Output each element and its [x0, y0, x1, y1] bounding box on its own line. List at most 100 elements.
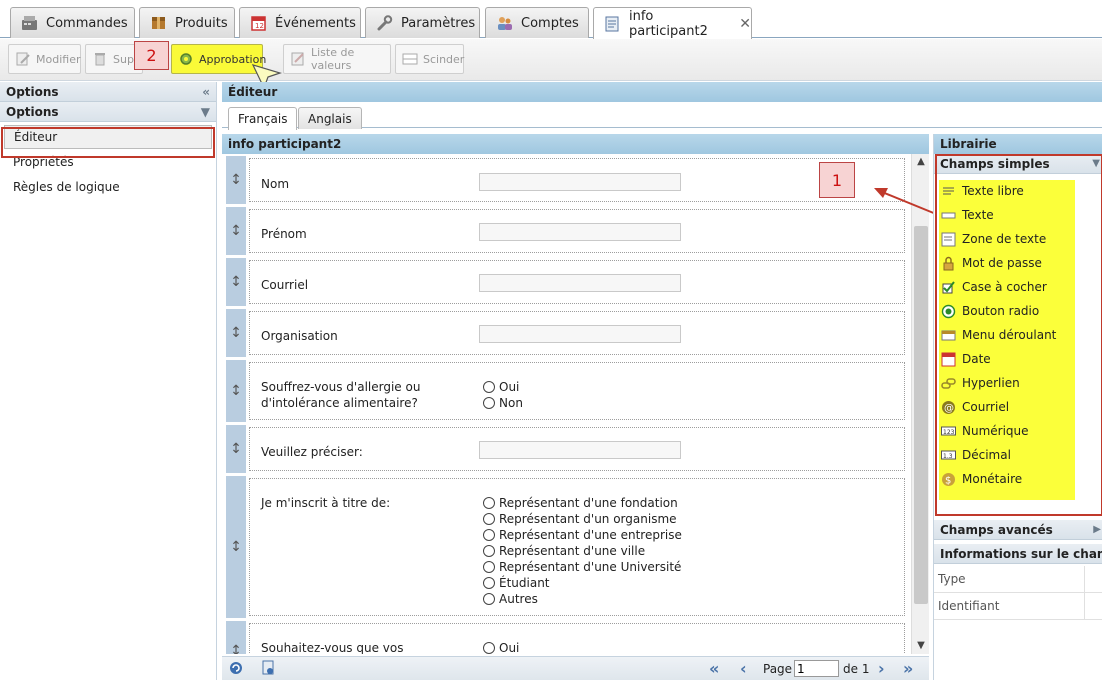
tab-commandes[interactable]: Commandes	[10, 7, 135, 38]
tab-francais[interactable]: Français	[228, 107, 298, 130]
refresh-icon[interactable]	[228, 660, 244, 679]
annotation-arrow-icon	[874, 188, 937, 215]
drag-handle-icon[interactable]: ↕	[226, 156, 246, 204]
form-scrollbar[interactable]: ▲ ▼	[911, 154, 929, 654]
advanced-fields-header[interactable]: Champs avancés ▶	[934, 520, 1102, 540]
field-label-preciser: Veuillez préciser:	[261, 445, 363, 459]
tab-label: Événements	[275, 15, 356, 31]
drag-handle-icon[interactable]: ↕	[226, 621, 246, 654]
last-page-icon[interactable]: »	[903, 661, 913, 677]
options-header[interactable]: Options «	[0, 82, 216, 102]
radio-label: Oui	[499, 380, 520, 394]
radio-oui[interactable]: Oui	[483, 379, 519, 395]
box-icon	[150, 15, 167, 31]
field-row-preciser[interactable]: ↕ Veuillez préciser:	[226, 425, 907, 473]
svg-text:12: 12	[255, 22, 264, 30]
wrench-icon	[376, 15, 393, 31]
radio-circle-icon	[483, 497, 495, 509]
field-label-courriel: Courriel	[261, 278, 309, 292]
field-label-allergie-1: Souffrez-vous d'allergie ou	[261, 380, 421, 394]
field-row-prenom[interactable]: ↕ Prénom	[226, 207, 907, 255]
scroll-down-icon[interactable]: ▼	[912, 640, 930, 651]
tab-label: info participant2	[629, 8, 708, 39]
chevron-down-icon[interactable]: ▼	[201, 105, 210, 119]
drag-handle-icon[interactable]: ↕	[226, 258, 246, 306]
organisation-input[interactable]	[479, 325, 681, 343]
first-page-icon[interactable]: «	[709, 661, 719, 677]
export-icon[interactable]	[260, 660, 276, 679]
field-row-inscrit[interactable]: ↕ Je m'inscrit à titre de: Représentant …	[226, 476, 907, 618]
page-input[interactable]	[794, 660, 839, 677]
drag-handle-icon[interactable]: ↕	[226, 207, 246, 255]
radio-label: Représentant d'un organisme	[499, 512, 677, 526]
radio-label: Autres	[499, 592, 538, 606]
options-header-label: Options	[6, 84, 59, 99]
annotation-badge-1: 1	[819, 162, 855, 198]
courriel-input[interactable]	[479, 274, 681, 292]
pager: « ‹ Page de 1 › »	[222, 656, 929, 680]
collapse-left-icon[interactable]: «	[202, 85, 210, 99]
scroll-thumb[interactable]	[914, 226, 928, 604]
field-row-souhaitez[interactable]: ↕ Souhaitez-vous que vos Oui	[226, 621, 907, 654]
language-tabs: Français Anglais	[222, 102, 1102, 130]
tab-info-participant2[interactable]: info participant2 ✕	[593, 7, 752, 39]
list-icon	[290, 51, 306, 67]
info-row-identifiant: Identifiant	[934, 593, 1102, 620]
toolbar: Modifier Supp Approbation Liste de valeu…	[0, 39, 1102, 90]
field-row-nom[interactable]: ↕ Nom	[226, 156, 907, 204]
prev-page-icon[interactable]: ‹	[740, 661, 747, 677]
tab-evenements[interactable]: 12 Événements	[239, 7, 361, 38]
radio-option[interactable]: Représentant d'un organisme	[483, 511, 677, 527]
tab-produits[interactable]: Produits	[139, 7, 235, 38]
left-item-regles[interactable]: Règles de logique	[0, 174, 216, 199]
info-row-label: Type	[938, 572, 966, 586]
radio-option[interactable]: Représentant d'une entreprise	[483, 527, 682, 543]
radio-label: Représentant d'une fondation	[499, 496, 678, 510]
drag-handle-icon[interactable]: ↕	[226, 309, 246, 357]
top-tab-bar: Commandes Produits 12 Événements Paramèt…	[0, 0, 1102, 39]
prenom-input[interactable]	[479, 223, 681, 241]
register-icon	[21, 15, 38, 31]
radio-option[interactable]: Représentant d'une fondation	[483, 495, 678, 511]
tab-comptes[interactable]: Comptes	[485, 7, 589, 38]
split-button[interactable]: Scinder	[395, 44, 464, 74]
annotation-highlight-box	[1, 127, 215, 158]
field-box: Veuillez préciser:	[249, 427, 905, 471]
field-row-courriel[interactable]: ↕ Courriel	[226, 258, 907, 306]
tab-anglais[interactable]: Anglais	[298, 107, 362, 129]
field-box: Courriel	[249, 260, 905, 304]
radio-label: Représentant d'une entreprise	[499, 528, 682, 542]
radio-circle-icon	[483, 642, 495, 654]
drag-handle-icon[interactable]: ↕	[226, 425, 246, 473]
chevron-right-icon[interactable]: ▶	[1093, 524, 1101, 535]
tab-parametres[interactable]: Paramètres	[365, 7, 480, 38]
drag-handle-icon[interactable]: ↕	[226, 360, 246, 422]
modify-button[interactable]: Modifier	[8, 44, 81, 74]
radio-circle-icon	[483, 577, 495, 589]
tab-label: Produits	[175, 15, 228, 31]
nom-input[interactable]	[479, 173, 681, 191]
field-info-header[interactable]: Informations sur le champ	[934, 544, 1102, 564]
radio-option[interactable]: Étudiant	[483, 575, 550, 591]
drag-handle-icon[interactable]: ↕	[226, 476, 246, 618]
field-label-inscrit: Je m'inscrit à titre de:	[261, 496, 391, 510]
radio-option[interactable]: Autres	[483, 591, 538, 607]
radio-option[interactable]: Représentant d'une ville	[483, 543, 645, 559]
field-box: Organisation	[249, 311, 905, 355]
values-list-button[interactable]: Liste de valeurs	[283, 44, 391, 74]
field-row-organisation[interactable]: ↕ Organisation	[226, 309, 907, 357]
next-page-icon[interactable]: ›	[878, 661, 885, 677]
values-list-label: Liste de valeurs	[311, 46, 355, 72]
radio-label: Représentant d'une Université	[499, 560, 682, 574]
scroll-up-icon[interactable]: ▲	[912, 156, 930, 167]
form-icon	[604, 16, 621, 32]
radio-oui[interactable]: Oui	[483, 640, 519, 654]
radio-label: Étudiant	[499, 576, 550, 590]
radio-non[interactable]: Non	[483, 395, 523, 411]
field-label-nom: Nom	[261, 177, 290, 191]
field-row-allergie[interactable]: ↕ Souffrez-vous d'allergie ou d'intoléra…	[226, 360, 907, 422]
preciser-input[interactable]	[479, 441, 681, 459]
radio-option[interactable]: Représentant d'une Université	[483, 559, 681, 575]
options-subheader[interactable]: Options ▼	[0, 102, 216, 122]
close-icon[interactable]: ✕	[739, 16, 751, 32]
